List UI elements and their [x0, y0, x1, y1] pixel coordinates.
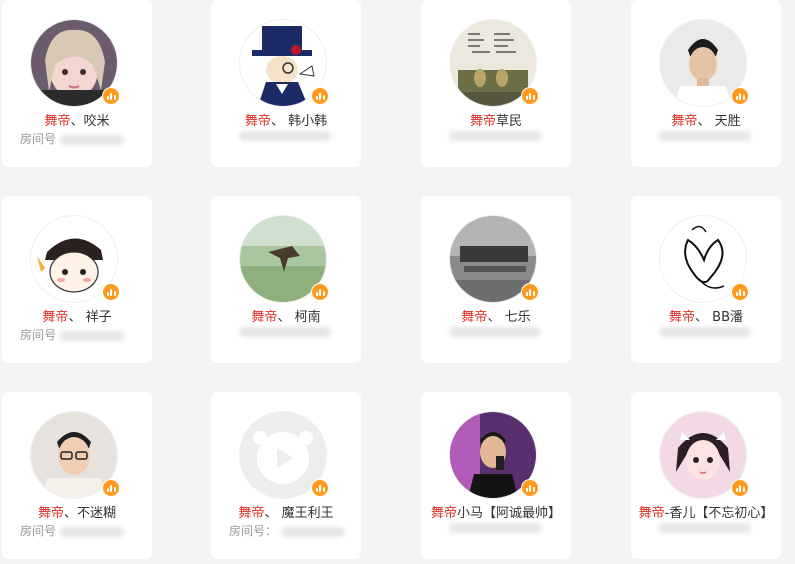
live-indicator-icon: [731, 283, 749, 301]
streamer-card[interactable]: 舞帝、 BB潘: [631, 196, 781, 363]
live-indicator-icon: [311, 283, 329, 301]
live-indicator-icon: [311, 479, 329, 497]
room-number-hidden: [239, 327, 331, 337]
streamer-card[interactable]: 舞帝、 祥子 房间号: [2, 196, 152, 363]
streamer-name[interactable]: 舞帝、 魔王利王: [211, 502, 361, 521]
room-number-hidden: [659, 327, 751, 337]
streamer-name[interactable]: 舞帝、 天胜: [631, 110, 781, 129]
room-number: 房间号: [20, 522, 125, 539]
live-indicator-icon: [731, 87, 749, 105]
room-number-hidden: [449, 327, 541, 337]
streamer-card[interactable]: 舞帝、 天胜: [631, 0, 781, 167]
streamer-name[interactable]: 舞帝、 BB潘: [631, 306, 781, 325]
live-indicator-icon: [102, 283, 120, 301]
streamer-name[interactable]: 舞帝草民: [421, 110, 571, 129]
streamer-card[interactable]: 舞帝、 柯南: [211, 196, 361, 363]
room-number-hidden: [239, 131, 331, 141]
live-indicator-icon: [521, 87, 539, 105]
streamer-card[interactable]: 舞帝-香儿【不忘初心】: [631, 392, 781, 559]
room-number: 房间号：: [229, 522, 346, 539]
streamer-card[interactable]: 舞帝、咬米 房间号: [2, 0, 152, 167]
streamer-card[interactable]: 舞帝、 魔王利王 房间号：: [211, 392, 361, 559]
live-indicator-icon: [521, 283, 539, 301]
live-indicator-icon: [311, 87, 329, 105]
streamer-name[interactable]: 舞帝、不迷糊: [2, 502, 152, 521]
streamer-card[interactable]: 舞帝、不迷糊 房间号: [2, 392, 152, 559]
streamer-name[interactable]: 舞帝小马【阿诚最帅】: [421, 502, 571, 521]
streamer-name[interactable]: 舞帝、 祥子: [2, 306, 152, 325]
streamer-card[interactable]: 舞帝小马【阿诚最帅】: [421, 392, 571, 559]
streamer-card[interactable]: 舞帝草民: [421, 0, 571, 167]
room-number-hidden: [659, 523, 751, 533]
room-number-hidden: [449, 523, 541, 533]
streamer-name[interactable]: 舞帝、 柯南: [211, 306, 361, 325]
live-indicator-icon: [731, 479, 749, 497]
live-indicator-icon: [521, 479, 539, 497]
room-number: 房间号: [20, 326, 125, 343]
streamer-name[interactable]: 舞帝、 韩小韩: [211, 110, 361, 129]
live-indicator-icon: [102, 479, 120, 497]
streamer-name[interactable]: 舞帝、咬米: [2, 110, 152, 129]
room-number: 房间号: [20, 130, 125, 147]
room-number-hidden: [449, 131, 541, 141]
streamer-card[interactable]: 舞帝、 韩小韩: [211, 0, 361, 167]
live-indicator-icon: [102, 87, 120, 105]
streamer-name[interactable]: 舞帝-香儿【不忘初心】: [631, 502, 781, 521]
streamer-card[interactable]: 舞帝、 七乐: [421, 196, 571, 363]
room-number-hidden: [659, 131, 751, 141]
streamer-name[interactable]: 舞帝、 七乐: [421, 306, 571, 325]
